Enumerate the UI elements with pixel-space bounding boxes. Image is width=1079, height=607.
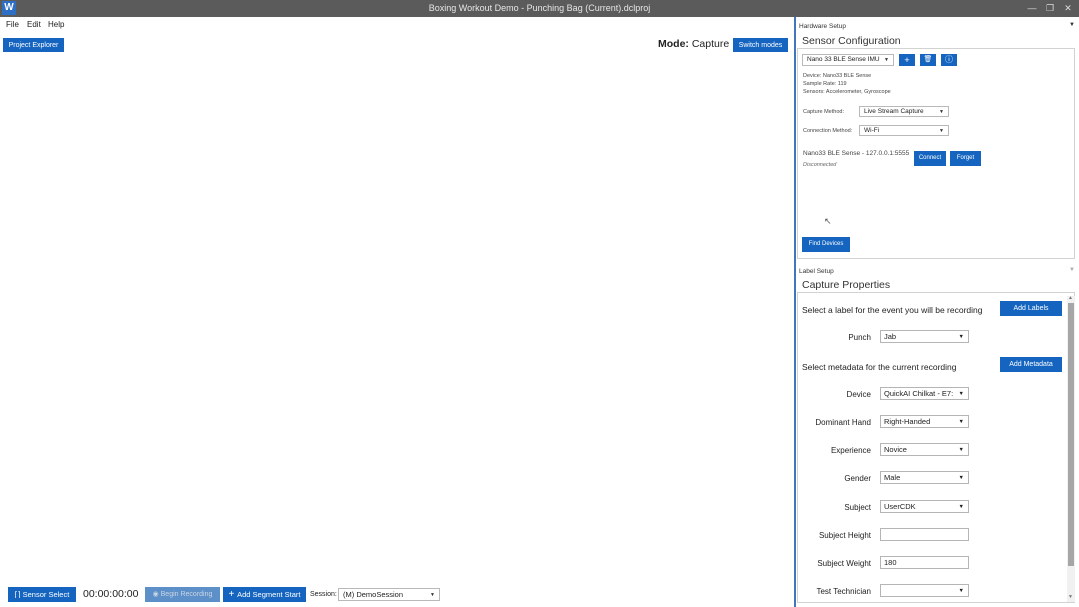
switch-modes-button[interactable]: Switch modes	[733, 38, 788, 52]
chevron-down-icon: ▼	[939, 109, 944, 115]
mode-indicator: Mode: Capture	[658, 38, 729, 50]
chevron-down-icon: ▼	[884, 57, 889, 63]
title-bar: W Boxing Workout Demo - Punching Bag (Cu…	[0, 0, 1079, 17]
add-sensor-icon[interactable]: +	[899, 54, 915, 66]
sensor-select-dropdown[interactable]: Nano 33 BLE Sense IMU ▼	[802, 54, 894, 66]
connection-method-dropdown[interactable]: Wi-Fi ▼	[859, 125, 949, 136]
scroll-up-icon[interactable]: ▲	[1068, 295, 1073, 301]
chevron-down-icon: ▼	[958, 419, 964, 425]
record-icon: ◉	[152, 591, 161, 598]
device-info-line: Device: Nano33 BLE Sense	[803, 73, 872, 79]
sensor-icon: ⌈⌉	[14, 590, 23, 599]
scrollbar-thumb[interactable]	[1068, 303, 1074, 566]
gender-dropdown[interactable]: Male ▼	[880, 471, 969, 484]
chevron-down-icon: ▼	[958, 588, 964, 594]
recording-timer: 00:00:00:00	[83, 588, 139, 600]
connection-method-value: Wi-Fi	[864, 127, 880, 134]
sensor-select-value: Nano 33 BLE Sense IMU	[807, 56, 880, 63]
capture-method-dropdown[interactable]: Live Stream Capture ▼	[859, 106, 949, 117]
dominant-hand-dropdown[interactable]: Right-Handed ▼	[880, 415, 969, 428]
project-explorer-button[interactable]: Project Explorer	[3, 38, 64, 52]
info-icon[interactable]: ⓘ	[941, 54, 957, 66]
session-value: (M) DemoSession	[343, 590, 404, 599]
test-technician-dropdown[interactable]: ▼	[880, 584, 969, 597]
experience-dropdown[interactable]: Novice ▼	[880, 443, 969, 456]
metadata-prompt: Select metadata for the current recordin…	[802, 362, 957, 372]
sensor-configuration-title: Sensor Configuration	[802, 35, 901, 47]
capture-properties-title: Capture Properties	[802, 279, 891, 291]
experience-label: Experience	[830, 446, 871, 455]
gender-value: Male	[884, 473, 901, 482]
subject-dropdown[interactable]: UserCDK ▼	[880, 500, 969, 513]
collapse-hardware-icon[interactable]: ▼	[1069, 22, 1075, 28]
gender-label: Gender	[844, 474, 871, 483]
begin-recording-button[interactable]: ◉ Begin Recording	[145, 587, 220, 602]
sensors-line: Sensors: Accelerometer, Gyroscope	[803, 89, 891, 95]
window-title: Boxing Workout Demo - Punching Bag (Curr…	[428, 3, 651, 13]
chevron-down-icon: ▼	[958, 475, 964, 481]
chevron-down-icon: ▼	[958, 504, 964, 510]
connect-button[interactable]: Connect	[914, 151, 946, 166]
chevron-down-icon: ▼	[958, 391, 964, 397]
collapse-label-icon[interactable]: ▼	[1069, 267, 1075, 273]
begin-recording-label: Begin Recording	[160, 591, 213, 598]
close-icon[interactable]: ✕	[1059, 1, 1077, 16]
capture-method-value: Live Stream Capture	[864, 108, 924, 115]
experience-value: Novice	[884, 445, 907, 454]
subject-weight-input[interactable]: 180	[880, 556, 969, 569]
scroll-down-icon[interactable]: ▼	[1068, 594, 1073, 600]
punch-dropdown[interactable]: Jab ▼	[880, 330, 969, 343]
mouse-cursor-icon: ↖	[824, 216, 832, 226]
device-status: Disconnected	[803, 162, 837, 168]
minimize-icon[interactable]: —	[1023, 1, 1041, 16]
subject-height-label: Subject Height	[818, 531, 871, 540]
dominant-hand-label: Dominant Hand	[815, 418, 871, 427]
hardware-setup-header: Hardware Setup	[799, 23, 846, 30]
forget-button[interactable]: Forget	[950, 151, 981, 166]
punch-label: Punch	[848, 333, 871, 342]
add-segment-label: Add Segment Start	[237, 590, 301, 599]
chevron-down-icon: ▼	[939, 128, 944, 134]
connection-method-label: Connection Method:	[803, 128, 853, 134]
device-dropdown[interactable]: QuickAI Chilkat - E7: ▼	[880, 387, 969, 400]
menu-edit[interactable]: Edit	[27, 20, 41, 29]
session-dropdown[interactable]: (M) DemoSession ▼	[338, 588, 440, 601]
dominant-hand-value: Right-Handed	[884, 417, 931, 426]
subject-value: UserCDK	[884, 502, 916, 511]
capture-method-label: Capture Method:	[803, 109, 844, 115]
chevron-down-icon: ▼	[958, 334, 964, 340]
subject-label: Subject	[844, 503, 871, 512]
sensor-select-button[interactable]: ⌈⌉ Sensor Select	[8, 587, 76, 602]
chevron-down-icon: ▼	[430, 592, 435, 598]
session-label: Session:	[310, 591, 337, 598]
add-segment-button[interactable]: + Add Segment Start	[223, 587, 306, 602]
sensor-select-label: Sensor Select	[22, 590, 70, 599]
device-name: Nano33 BLE Sense - 127.0.0.1:5555	[803, 150, 910, 157]
menu-file[interactable]: File	[6, 20, 19, 29]
label-prompt: Select a label for the event you will be…	[802, 305, 983, 315]
punch-value: Jab	[884, 332, 897, 341]
subject-weight-label: Subject Weight	[817, 559, 871, 568]
restore-icon[interactable]: ❐	[1041, 1, 1059, 16]
chevron-down-icon: ▼	[958, 447, 964, 453]
mode-label: Mode:	[658, 38, 689, 50]
subject-height-input[interactable]	[880, 528, 969, 541]
menu-help[interactable]: Help	[48, 20, 64, 29]
find-devices-button[interactable]: Find Devices	[802, 237, 850, 252]
plus-icon: +	[228, 589, 238, 600]
label-setup-header: Label Setup	[799, 268, 834, 275]
sample-rate-line: Sample Rate: 119	[803, 81, 847, 87]
add-labels-button[interactable]: Add Labels	[1000, 301, 1062, 316]
delete-sensor-icon[interactable]: 🗑	[920, 54, 936, 66]
test-technician-label: Test Technician	[816, 587, 871, 596]
device-value: QuickAI Chilkat - E7:	[884, 389, 954, 398]
add-metadata-button[interactable]: Add Metadata	[1000, 357, 1062, 372]
device-field-label: Device	[846, 390, 871, 399]
mode-value: Capture	[691, 38, 730, 50]
